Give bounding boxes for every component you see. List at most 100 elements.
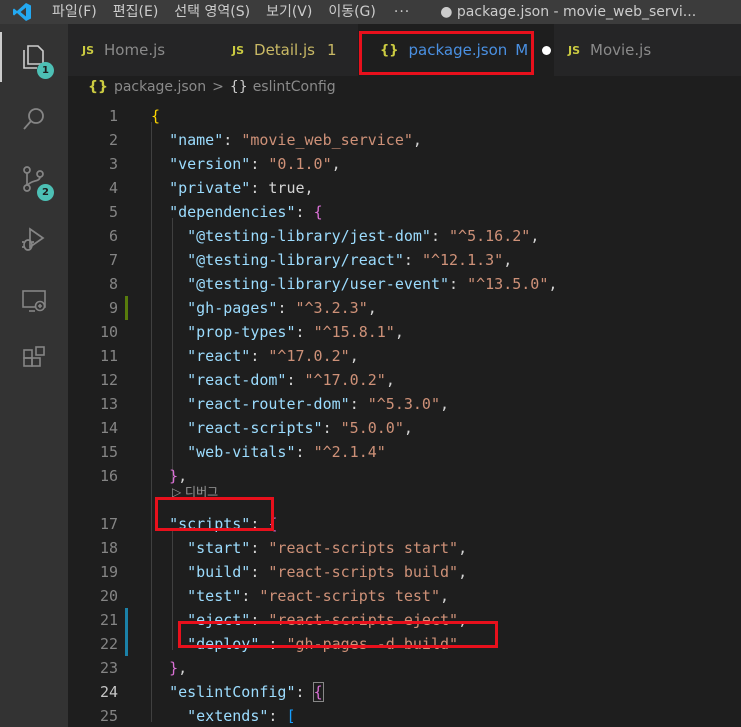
menu-view[interactable]: 보기(V) <box>258 0 320 24</box>
remote-explorer-icon[interactable] <box>0 276 68 326</box>
annotation-box-deploy <box>178 621 498 648</box>
tab-detail-js[interactable]: JS Detail.js 1 <box>232 24 356 76</box>
menu-file[interactable]: 파일(F) <box>44 0 105 24</box>
explorer-icon[interactable]: 1 <box>0 32 68 82</box>
line-number: 3 <box>108 155 118 173</box>
unsaved-dot-icon[interactable] <box>542 45 552 55</box>
code-line[interactable]: 25 "extends": [ <box>68 704 741 727</box>
annotation-box-tab <box>359 31 534 75</box>
line-number: 13 <box>99 395 118 413</box>
code-line[interactable]: 2 "name": "movie_web_service", <box>68 128 741 152</box>
line-number: 22 <box>99 635 118 653</box>
code-text: "extends": [ <box>187 707 296 725</box>
line-number: 7 <box>108 251 118 269</box>
tab-label: Movie.js <box>590 41 652 59</box>
code-line[interactable]: 7 "@testing-library/react": "^12.1.3", <box>68 248 741 272</box>
breadcrumb-separator: > <box>212 79 224 95</box>
menu-go[interactable]: 이동(G) <box>320 0 384 24</box>
line-number: 2 <box>108 131 118 149</box>
search-icon[interactable] <box>0 94 68 144</box>
code-line[interactable]: 10 "prop-types": "^15.8.1", <box>68 320 741 344</box>
explorer-badge: 1 <box>37 62 54 79</box>
code-text: "eslintConfig": { <box>169 682 324 702</box>
code-text: "react-router-dom": "^5.3.0", <box>187 395 450 413</box>
code-line[interactable]: 11 "react": "^17.0.2", <box>68 344 741 368</box>
code-line[interactable]: 9 "gh-pages": "^3.2.3", <box>68 296 741 320</box>
line-number: 24 <box>99 683 118 701</box>
code-line[interactable]: 24 "eslintConfig": { <box>68 680 741 704</box>
line-number: 14 <box>99 419 118 437</box>
activity-bar: 1 2 <box>0 24 68 727</box>
code-line[interactable]: 3 "version": "0.1.0", <box>68 152 741 176</box>
line-number: 8 <box>108 275 118 293</box>
json-file-icon: {} <box>88 79 108 95</box>
code-text: { <box>151 107 161 125</box>
code-line[interactable]: 12 "react-dom": "^17.0.2", <box>68 368 741 392</box>
code-line[interactable]: 6 "@testing-library/jest-dom": "^5.16.2"… <box>68 224 741 248</box>
git-change-marker[interactable] <box>125 296 128 320</box>
code-line[interactable]: 14 "react-scripts": "5.0.0", <box>68 416 741 440</box>
title-bar: 파일(F) 편집(E) 선택 영역(S) 보기(V) 이동(G) ··· ● p… <box>0 0 741 24</box>
code-line[interactable]: 1{ <box>68 104 741 128</box>
breadcrumb-file[interactable]: package.json <box>114 79 206 95</box>
code-line[interactable]: 23 }, <box>68 656 741 680</box>
extensions-icon[interactable] <box>0 334 68 384</box>
code-text: "react-dom": "^17.0.2", <box>187 371 395 389</box>
code-text: "prop-types": "^15.8.1", <box>187 323 404 341</box>
code-text: "build": "react-scripts build", <box>187 563 468 581</box>
menu-more-button[interactable]: ··· <box>384 4 420 20</box>
tab-movie-js[interactable]: JS Movie.js <box>568 24 718 76</box>
run-debug-icon[interactable] <box>0 214 68 264</box>
code-line[interactable]: 13 "react-router-dom": "^5.3.0", <box>68 392 741 416</box>
code-line[interactable]: 20 "test": "react-scripts test", <box>68 584 741 608</box>
code-line[interactable]: 8 "@testing-library/user-event": "^13.5.… <box>68 272 741 296</box>
line-number: 21 <box>99 611 118 629</box>
code-text: "dependencies": { <box>169 203 323 221</box>
line-number: 5 <box>108 203 118 221</box>
code-text: }, <box>169 659 188 677</box>
line-number: 17 <box>99 515 118 533</box>
problem-count-badge: 1 <box>326 41 337 59</box>
line-number: 1 <box>108 107 118 125</box>
code-text: "start": "react-scripts start", <box>187 539 468 557</box>
code-text: "@testing-library/jest-dom": "^5.16.2", <box>187 227 540 245</box>
breadcrumb-symbol[interactable]: eslintConfig <box>253 79 336 95</box>
line-number: 10 <box>99 323 118 341</box>
line-number: 12 <box>99 371 118 389</box>
source-control-badge: 2 <box>37 184 54 201</box>
git-change-marker[interactable] <box>125 632 128 656</box>
code-line[interactable]: 4 "private": true, <box>68 176 741 200</box>
code-line[interactable]: 16 }, <box>68 464 741 488</box>
vscode-logo-icon[interactable] <box>0 0 44 24</box>
line-number: 15 <box>99 443 118 461</box>
menu-selection[interactable]: 선택 영역(S) <box>166 0 258 24</box>
line-number: 18 <box>99 539 118 557</box>
source-control-icon[interactable]: 2 <box>0 154 68 204</box>
tab-label: Detail.js <box>254 41 315 59</box>
code-text: "@testing-library/react": "^12.1.3", <box>187 251 513 269</box>
code-line[interactable]: 15 "web-vitals": "^2.1.4" <box>68 440 741 464</box>
tab-home-js[interactable]: JS Home.js <box>82 24 232 76</box>
code-text: "react": "^17.0.2", <box>187 347 359 365</box>
line-number: 16 <box>99 467 118 485</box>
code-line[interactable]: 18 "start": "react-scripts start", <box>68 536 741 560</box>
code-line[interactable]: 19 "build": "react-scripts build", <box>68 560 741 584</box>
object-symbol-icon: {} <box>229 79 248 95</box>
annotation-box-scripts <box>155 497 274 531</box>
breadcrumb: {} package.json > {} eslintConfig <box>68 76 741 98</box>
line-number: 25 <box>99 707 118 725</box>
code-text: "test": "react-scripts test", <box>187 587 450 605</box>
code-text: "gh-pages": "^3.2.3", <box>187 299 377 317</box>
js-file-icon: JS <box>232 43 245 57</box>
code-text: "version": "0.1.0", <box>169 155 341 173</box>
line-number: 20 <box>99 587 118 605</box>
code-text: "private": true, <box>169 179 314 197</box>
code-line[interactable]: 5 "dependencies": { <box>68 200 741 224</box>
line-number: 23 <box>99 659 118 677</box>
menu-edit[interactable]: 편집(E) <box>105 0 167 24</box>
code-text: "react-scripts": "5.0.0", <box>187 419 413 437</box>
code-text: "name": "movie_web_service", <box>169 131 422 149</box>
git-change-marker[interactable] <box>125 608 128 632</box>
code-text: "web-vitals": "^2.1.4" <box>187 443 386 461</box>
tab-label: Home.js <box>104 41 166 59</box>
